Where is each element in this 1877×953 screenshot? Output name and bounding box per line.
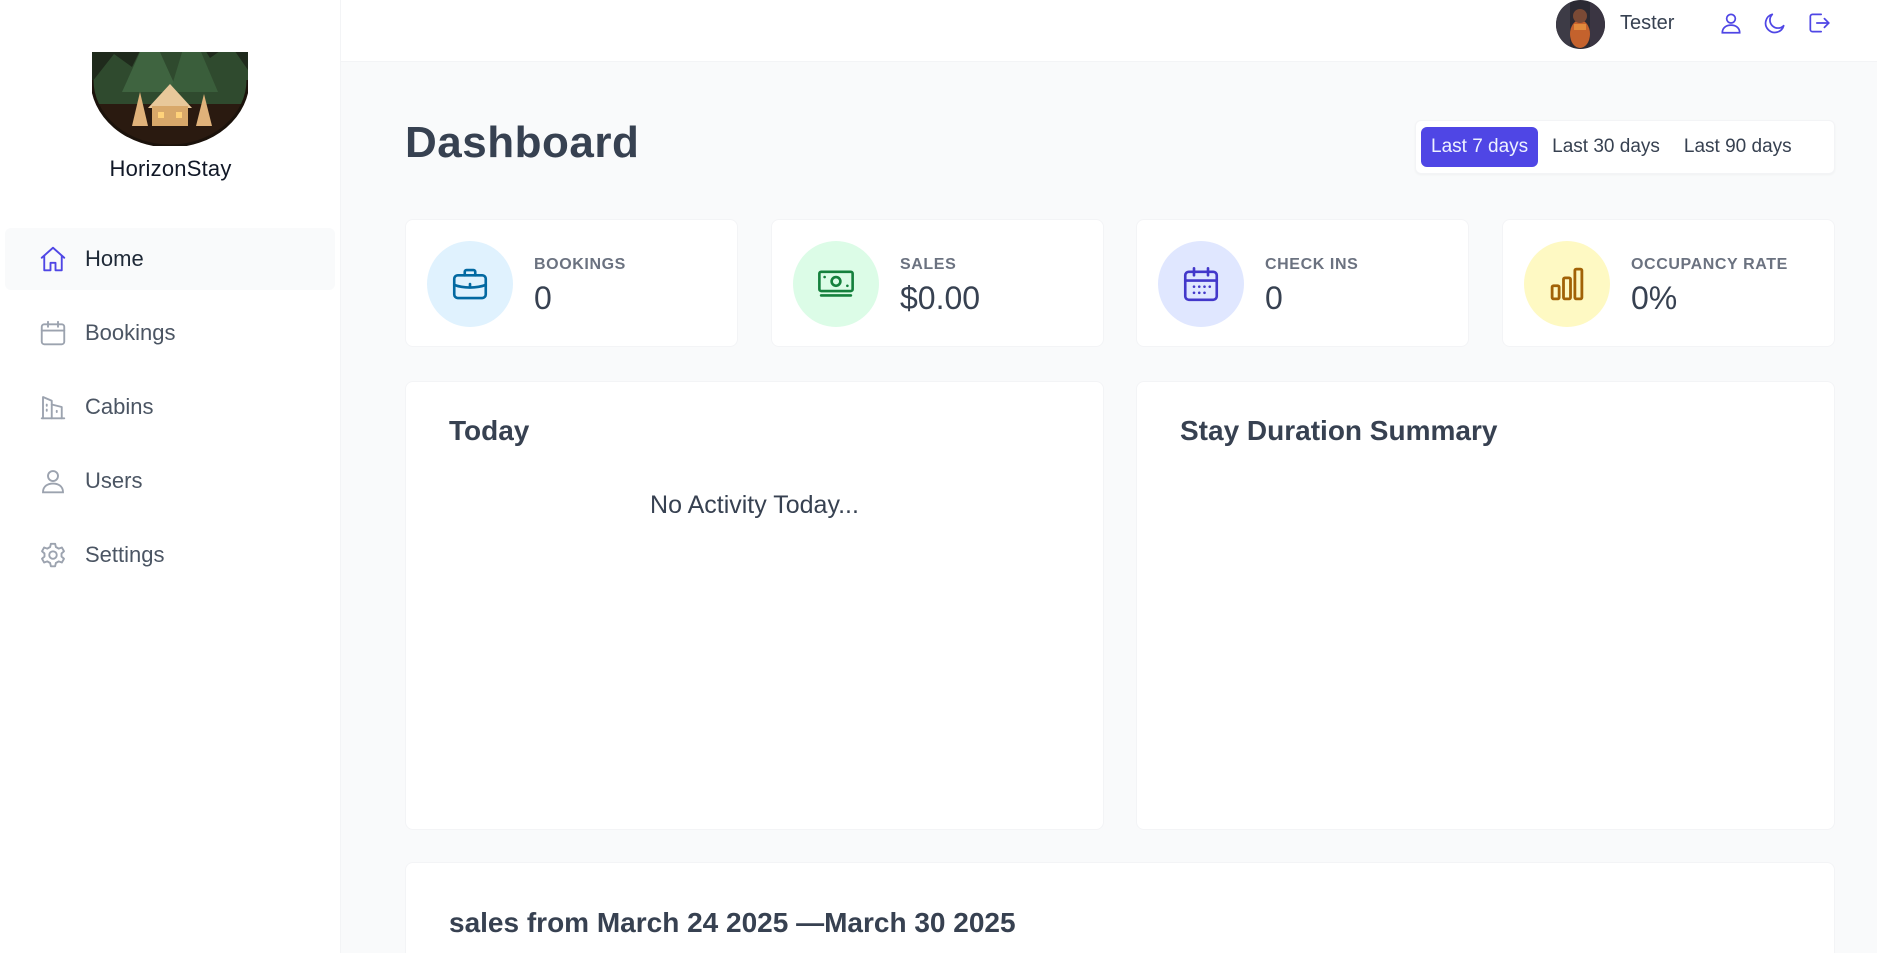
user-icon xyxy=(1718,10,1744,41)
sidebar-nav: Home Bookings Cabins Users Settings xyxy=(5,228,335,598)
logout-button[interactable] xyxy=(1803,9,1835,41)
stat-label: SALES xyxy=(900,256,957,273)
stat-label: BOOKINGS xyxy=(534,256,626,273)
sidebar-item-label: Home xyxy=(85,246,144,271)
logo-image xyxy=(90,22,250,148)
stat-value: 0 xyxy=(1265,280,1283,316)
stat-bookings: BOOKINGS 0 xyxy=(405,219,738,347)
stat-sales: SALES $0.00 xyxy=(771,219,1104,347)
sidebar-item-label: Users xyxy=(85,468,143,493)
top-header: Tester xyxy=(341,0,1877,62)
sales-chart-title: sales from March 24 2025 —March 30 2025 xyxy=(449,907,1016,938)
stay-duration-title: Stay Duration Summary xyxy=(1180,415,1498,446)
no-activity-message: No Activity Today... xyxy=(650,491,859,519)
avatar xyxy=(1556,0,1605,49)
stat-occupancy-rate: OCCUPANCY RATE 0% xyxy=(1502,219,1835,347)
calendar-days-icon xyxy=(1158,241,1244,327)
filter-last-90-days[interactable]: Last 90 days xyxy=(1674,127,1802,167)
sidebar-item-label: Bookings xyxy=(85,320,176,345)
sidebar-item-users[interactable]: Users xyxy=(5,450,335,512)
sales-chart-panel: sales from March 24 2025 —March 30 2025 xyxy=(405,862,1835,953)
stat-value: 0% xyxy=(1631,280,1678,316)
page-title: Dashboard xyxy=(405,118,640,167)
sidebar-item-settings[interactable]: Settings xyxy=(5,524,335,586)
stat-label: OCCUPANCY RATE xyxy=(1631,256,1788,273)
building-icon xyxy=(37,391,69,423)
stat-value: $0.00 xyxy=(900,280,981,316)
stat-value: 0 xyxy=(534,280,552,316)
user-name: Tester xyxy=(1620,12,1675,34)
today-panel: Today No Activity Today... xyxy=(405,381,1104,830)
chart-bar-icon xyxy=(1524,241,1610,327)
today-title: Today xyxy=(449,415,530,446)
account-button[interactable] xyxy=(1715,9,1747,41)
date-range-filter: Last 7 days Last 30 days Last 90 days xyxy=(1415,120,1835,174)
home-icon xyxy=(37,243,69,275)
brand-name: HorizonStay xyxy=(109,156,232,181)
briefcase-icon xyxy=(427,241,513,327)
sidebar-item-bookings[interactable]: Bookings xyxy=(5,302,335,364)
gear-icon xyxy=(37,539,69,571)
stat-check-ins: CHECK INS 0 xyxy=(1136,219,1469,347)
sidebar-item-label: Cabins xyxy=(85,394,154,419)
banknotes-icon xyxy=(793,241,879,327)
stay-duration-panel: Stay Duration Summary xyxy=(1136,381,1835,830)
filter-last-30-days[interactable]: Last 30 days xyxy=(1542,127,1670,167)
sidebar-item-home[interactable]: Home xyxy=(5,228,335,290)
logout-icon xyxy=(1806,10,1832,41)
moon-icon xyxy=(1762,10,1788,41)
calendar-icon xyxy=(37,317,69,349)
dark-mode-toggle[interactable] xyxy=(1759,9,1791,41)
stat-label: CHECK INS xyxy=(1265,256,1359,273)
sidebar-item-cabins[interactable]: Cabins xyxy=(5,376,335,438)
sidebar-item-label: Settings xyxy=(85,542,165,567)
user-icon xyxy=(37,465,69,497)
filter-last-7-days[interactable]: Last 7 days xyxy=(1421,127,1539,167)
sidebar: HorizonStay Home Bookings Cabins Users S… xyxy=(0,0,341,953)
